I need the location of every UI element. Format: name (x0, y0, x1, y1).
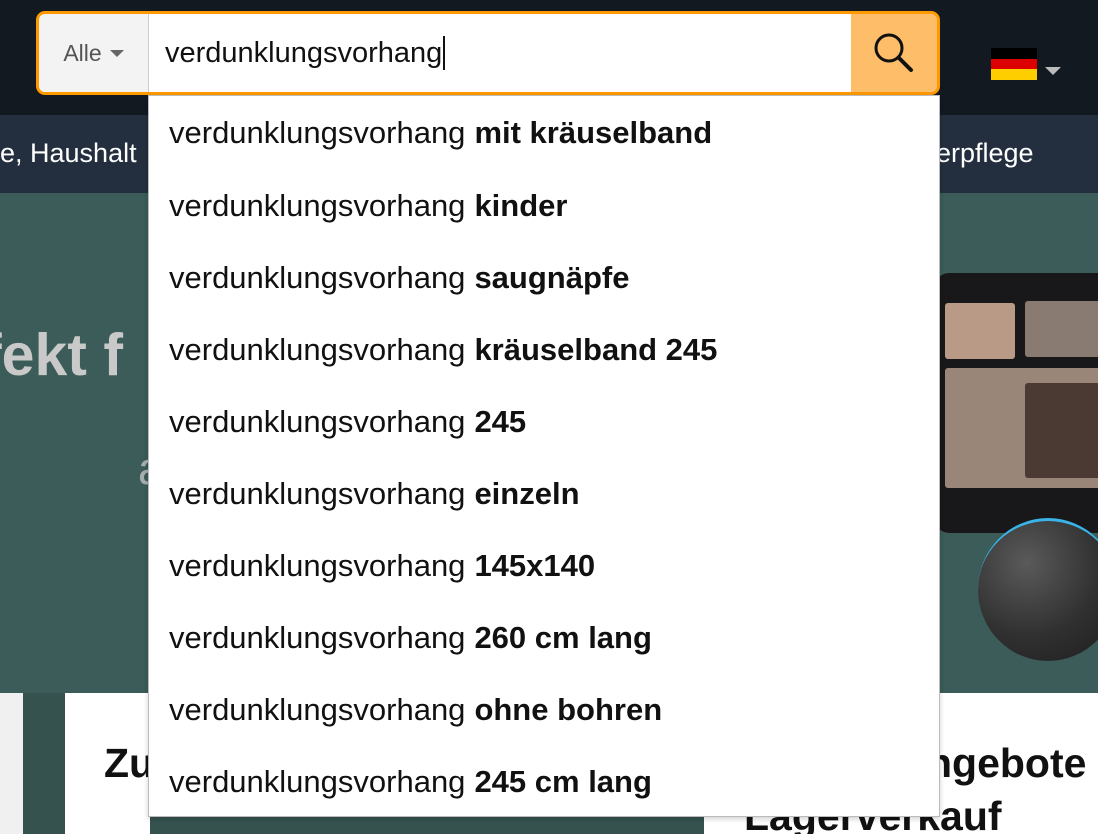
suggestion-completion: 145x140 (474, 548, 596, 583)
search-suggestion[interactable]: verdunklungsvorhang kräuselband 245 (149, 314, 939, 386)
suggestion-completion: saugnäpfe (474, 260, 630, 295)
suggestion-completion: kräuselband 245 (474, 332, 718, 367)
suggestion-completion: 245 (474, 404, 527, 439)
suggestion-prefix: verdunklungsvorhang (169, 692, 466, 727)
promo-card-right-title: ngebote (927, 740, 1087, 786)
promo-card-edge[interactable] (0, 693, 23, 834)
suggestion-prefix: verdunklungsvorhang (169, 548, 466, 583)
search-suggestion[interactable]: verdunklungsvorhang 245 cm lang (149, 746, 939, 818)
suggestion-prefix: verdunklungsvorhang (169, 188, 466, 223)
flag-stripe-black (991, 48, 1037, 59)
search-suggestion[interactable]: verdunklungsvorhang kinder (149, 170, 939, 242)
search-suggestions-dropdown: verdunklungsvorhang mit kräuselband verd… (148, 95, 940, 817)
search-input[interactable]: verdunklungsvorhang (149, 14, 851, 92)
video-call-panel-top (945, 303, 1015, 359)
suggestion-completion: einzeln (474, 476, 580, 511)
category-select-label: Alle (63, 39, 102, 66)
promo-card-left-title: Zu (104, 740, 155, 786)
video-call-panel-person (1025, 383, 1098, 478)
search-suggestion[interactable]: verdunklungsvorhang ohne bohren (149, 674, 939, 746)
flag-stripe-red (991, 58, 1037, 70)
flag-stripe-gold (991, 69, 1037, 80)
category-select[interactable]: Alle (39, 14, 149, 92)
search-suggestion[interactable]: verdunklungsvorhang 145x140 (149, 530, 939, 602)
german-flag-icon[interactable] (991, 48, 1037, 80)
echo-dot-speaker-image (978, 518, 1098, 661)
search-suggestion[interactable]: verdunklungsvorhang 260 cm lang (149, 602, 939, 674)
search-suggestion[interactable]: verdunklungsvorhang einzeln (149, 458, 939, 530)
search-suggestion[interactable]: verdunklungsvorhang 245 (149, 386, 939, 458)
suggestion-completion: ohne bohren (474, 692, 663, 727)
language-chevron-down-icon[interactable] (1045, 67, 1061, 75)
suggestion-prefix: verdunklungsvorhang (169, 332, 466, 367)
suggestion-prefix: verdunklungsvorhang (169, 620, 466, 655)
suggestion-prefix: verdunklungsvorhang (169, 115, 466, 150)
suggestion-completion: kinder (474, 188, 568, 223)
hero-headline: fekt f (0, 322, 123, 388)
search-suggestion[interactable]: verdunklungsvorhang saugnäpfe (149, 242, 939, 314)
promo-card-left[interactable]: Zu (65, 693, 154, 834)
chevron-down-icon (109, 49, 124, 57)
suggestion-prefix: verdunklungsvorhang (169, 476, 466, 511)
search-icon (874, 33, 913, 72)
echo-show-device-image (935, 273, 1098, 533)
search-button[interactable] (851, 14, 937, 92)
amazon-search-page: Alle verdunklungsvorhang e, Haushalt erp (0, 0, 1098, 834)
suggestion-prefix: verdunklungsvorhang (169, 764, 466, 799)
search-suggestion[interactable]: verdunklungsvorhang mit kräuselband (149, 96, 939, 170)
suggestion-completion: 260 cm lang (474, 620, 652, 655)
search-query-text: verdunklungsvorhang (165, 36, 443, 69)
video-call-panel-right (1025, 301, 1098, 357)
nav-item-body-care[interactable]: erpflege (936, 138, 1034, 169)
suggestion-completion: mit kräuselband (474, 115, 713, 150)
suggestion-completion: 245 cm lang (474, 764, 652, 799)
suggestion-prefix: verdunklungsvorhang (169, 404, 466, 439)
text-cursor (443, 36, 446, 70)
nav-item-household[interactable]: e, Haushalt (0, 138, 137, 169)
search-bar[interactable]: Alle verdunklungsvorhang (36, 11, 940, 95)
suggestion-prefix: verdunklungsvorhang (169, 260, 466, 295)
